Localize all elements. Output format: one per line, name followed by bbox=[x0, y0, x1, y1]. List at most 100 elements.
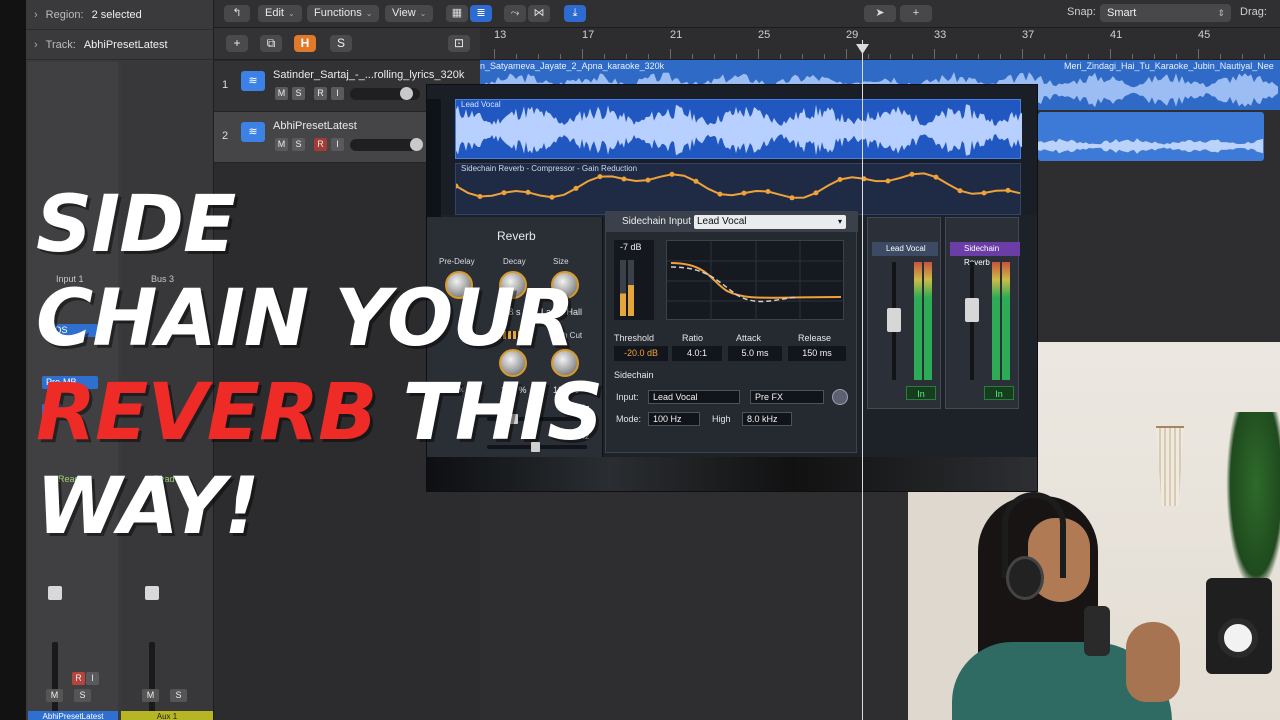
ratio-value[interactable]: 4.0:1 bbox=[672, 346, 722, 361]
headline-red-word: REVERB bbox=[36, 368, 378, 458]
snap-select[interactable]: Smart ⇕ bbox=[1100, 4, 1231, 22]
mode-value[interactable]: 100 Hz bbox=[648, 412, 700, 426]
ruler-tick bbox=[1176, 54, 1177, 59]
add-track-button[interactable]: + bbox=[226, 35, 248, 52]
duplicate-track-button[interactable]: ⧉ bbox=[260, 35, 282, 52]
bar-number: 33 bbox=[934, 29, 947, 41]
lead-vocal-waveform bbox=[456, 104, 1022, 156]
edit-menu[interactable]: Edit ⌄ bbox=[258, 5, 302, 22]
playhead[interactable] bbox=[862, 40, 863, 720]
compressor-header: Sidechain Input Lead Vocal ▾ bbox=[606, 212, 858, 232]
folder-icon[interactable]: ⊡ bbox=[448, 35, 470, 52]
threshold-value[interactable]: -20.0 dB bbox=[614, 346, 668, 361]
sc-input-label: Input: bbox=[616, 392, 639, 402]
ruler-tick bbox=[1154, 54, 1155, 59]
input-button[interactable]: In bbox=[984, 386, 1014, 400]
speaker-cone bbox=[1218, 618, 1258, 658]
bar-number: 13 bbox=[494, 29, 507, 41]
sc-mode-label: Mode: bbox=[616, 414, 642, 424]
compression-curve-graph bbox=[666, 240, 845, 321]
automation-point bbox=[717, 191, 723, 197]
ruler-tick bbox=[692, 54, 693, 59]
track-name[interactable]: Satinder_Sartaj_-_...rolling_lyrics_320k bbox=[273, 69, 464, 81]
automation-point bbox=[957, 188, 963, 194]
cam-plant bbox=[1226, 412, 1280, 592]
automation-point bbox=[669, 171, 675, 177]
sidechain-listen-knob[interactable] bbox=[832, 389, 848, 405]
attack-value[interactable]: 5.0 ms bbox=[728, 346, 782, 361]
grid-view-icon[interactable]: ▦ bbox=[446, 5, 468, 22]
crosshair-tool-icon[interactable]: + bbox=[900, 5, 932, 22]
high-value[interactable]: 8.0 kHz bbox=[742, 412, 792, 426]
functions-label: Functions bbox=[314, 7, 362, 19]
timeline-ruler[interactable]: 13 17 21 25 29 33 37 41 45 bbox=[480, 28, 1280, 60]
view-menu[interactable]: View ⌄ bbox=[385, 5, 434, 22]
ruler-tick bbox=[494, 49, 495, 59]
list-view-icon[interactable]: ≣ bbox=[470, 5, 492, 22]
cam-person-hand bbox=[1126, 622, 1180, 702]
sc-input-select[interactable]: Lead Vocal bbox=[648, 390, 740, 404]
view-label: View bbox=[392, 7, 416, 19]
catch-playhead-icon[interactable]: ⤓ bbox=[564, 5, 586, 22]
param-label: Ratio bbox=[682, 333, 704, 343]
mute-button[interactable]: M bbox=[46, 689, 63, 702]
ruler-tick bbox=[516, 54, 517, 59]
region-value: 2 selected bbox=[91, 8, 142, 21]
mute-button[interactable]: M bbox=[142, 689, 159, 702]
sidechain-input-select[interactable]: Lead Vocal ▾ bbox=[694, 215, 846, 229]
automation-point bbox=[1005, 187, 1011, 193]
solo-global-button[interactable]: S bbox=[330, 35, 352, 52]
chevron-down-icon: ⌄ bbox=[419, 9, 427, 18]
functions-menu[interactable]: Functions ⌄ bbox=[307, 5, 380, 22]
ruler-tick bbox=[626, 54, 627, 59]
bar-number: 21 bbox=[670, 29, 683, 41]
mute-button[interactable]: M bbox=[275, 138, 288, 151]
pointer-tool-icon[interactable]: ➤ bbox=[864, 5, 896, 22]
volume-fader[interactable] bbox=[145, 586, 159, 600]
hide-button[interactable]: H bbox=[294, 35, 316, 52]
automation-point bbox=[837, 177, 843, 182]
volume-knob[interactable] bbox=[410, 138, 423, 151]
solo-button[interactable]: S bbox=[74, 689, 91, 702]
record-button[interactable]: R bbox=[314, 87, 327, 100]
sidechain-title: Sidechain bbox=[614, 370, 654, 380]
lead-vocal-region bbox=[455, 99, 1022, 159]
ruler-tick bbox=[1088, 54, 1089, 59]
meter-db: -7 dB bbox=[620, 242, 642, 252]
automation-point bbox=[981, 190, 987, 196]
solo-button[interactable]: S bbox=[292, 138, 305, 151]
channel-fader[interactable] bbox=[887, 308, 901, 332]
automation-point bbox=[789, 195, 795, 201]
solo-button[interactable]: S bbox=[292, 87, 305, 100]
arrow-up-left-icon[interactable]: ↰ bbox=[224, 5, 250, 22]
bar-number: 29 bbox=[846, 29, 859, 41]
audio-region[interactable] bbox=[1038, 112, 1264, 161]
volume-knob[interactable] bbox=[400, 87, 413, 100]
track-name[interactable]: AbhiPresetLatest bbox=[273, 120, 357, 132]
meter-bar bbox=[628, 260, 634, 316]
bowtie-icon[interactable]: ⋈ bbox=[528, 5, 550, 22]
volume-fader[interactable] bbox=[48, 586, 62, 600]
bar-number: 37 bbox=[1022, 29, 1035, 41]
release-value[interactable]: 150 ms bbox=[788, 346, 846, 361]
input-monitor-button[interactable]: I bbox=[331, 138, 344, 151]
mute-button[interactable]: M bbox=[275, 87, 288, 100]
input-monitor-button[interactable]: I bbox=[86, 672, 99, 685]
record-button[interactable]: R bbox=[72, 672, 85, 685]
input-button[interactable]: In bbox=[906, 386, 936, 400]
record-button[interactable]: R bbox=[314, 138, 327, 151]
mixer-channel-sidechain-reverb: Sidechain Reverb In bbox=[945, 217, 1020, 409]
channel-fader[interactable] bbox=[965, 298, 979, 322]
waveform-icon: ≋ bbox=[241, 122, 265, 142]
input-monitor-button[interactable]: I bbox=[331, 87, 344, 100]
inspector-region-row[interactable]: › Region: 2 selected bbox=[26, 0, 214, 30]
solo-button[interactable]: S bbox=[170, 689, 187, 702]
fader-track bbox=[149, 642, 155, 720]
chevron-updown-icon: ⇕ bbox=[1217, 8, 1225, 18]
flex-icon[interactable]: ⤳ bbox=[504, 5, 526, 22]
prefx-select[interactable]: Pre FX bbox=[750, 390, 824, 404]
ruler-tick bbox=[758, 49, 759, 59]
level-meter bbox=[924, 262, 932, 380]
ruler-tick bbox=[582, 49, 583, 59]
inspector-track-row[interactable]: › Track: AbhiPresetLatest bbox=[26, 30, 214, 60]
